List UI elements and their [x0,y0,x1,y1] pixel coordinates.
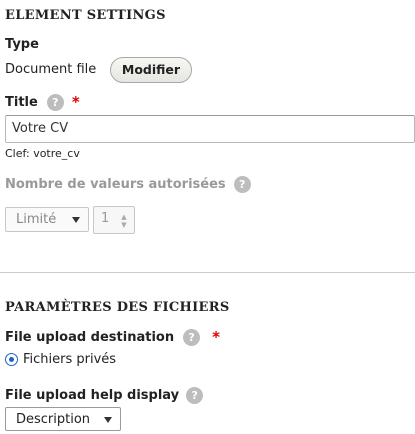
help-icon[interactable]: ? [233,175,251,193]
upload-destination-label-row: File upload destination ? * [5,328,220,346]
help-icon[interactable]: ? [46,93,64,111]
machine-key-text: Clef: votre_cv [5,147,80,160]
limit-number-input[interactable]: 1 ▲▼ [93,206,135,234]
type-value: Document file [5,62,97,77]
destination-option[interactable]: Fichiers privés [5,352,116,367]
allowed-values-label: Nombre de valeurs autorisées [5,176,226,192]
destination-option-label: Fichiers privés [23,352,117,367]
title-label: Title [5,94,38,110]
spinner-icon[interactable]: ▲▼ [120,213,128,229]
modify-button[interactable]: Modifier [110,57,192,83]
required-marker: * [212,328,220,346]
element-settings-heading: ELEMENT SETTINGS [5,8,166,23]
help-display-label-row: File upload help display ? [5,386,204,404]
file-params-heading: PARAMÈTRES DES FICHIERS [5,300,230,315]
help-icon[interactable]: ? [183,328,201,346]
dropdown-arrow-icon [104,417,112,423]
help-icon[interactable]: ? [186,386,204,404]
dropdown-arrow-icon [72,217,80,223]
title-input[interactable]: Votre CV [5,115,415,143]
help-display-select[interactable]: Description [5,407,121,431]
radio-selected-icon[interactable] [5,353,18,366]
help-display-label: File upload help display [5,387,180,403]
limit-select[interactable]: Limité [5,207,89,232]
limit-number-value: 1 [101,211,110,226]
section-divider [0,272,415,273]
allowed-values-label-row: Nombre de valeurs autorisées ? [5,175,251,193]
help-display-select-value: Description [16,412,91,427]
upload-destination-label: File upload destination [5,329,175,345]
required-marker: * [71,93,80,111]
type-label: Type [5,37,39,52]
limit-select-value: Limité [16,212,57,227]
title-label-row: Title ? * [5,93,80,111]
